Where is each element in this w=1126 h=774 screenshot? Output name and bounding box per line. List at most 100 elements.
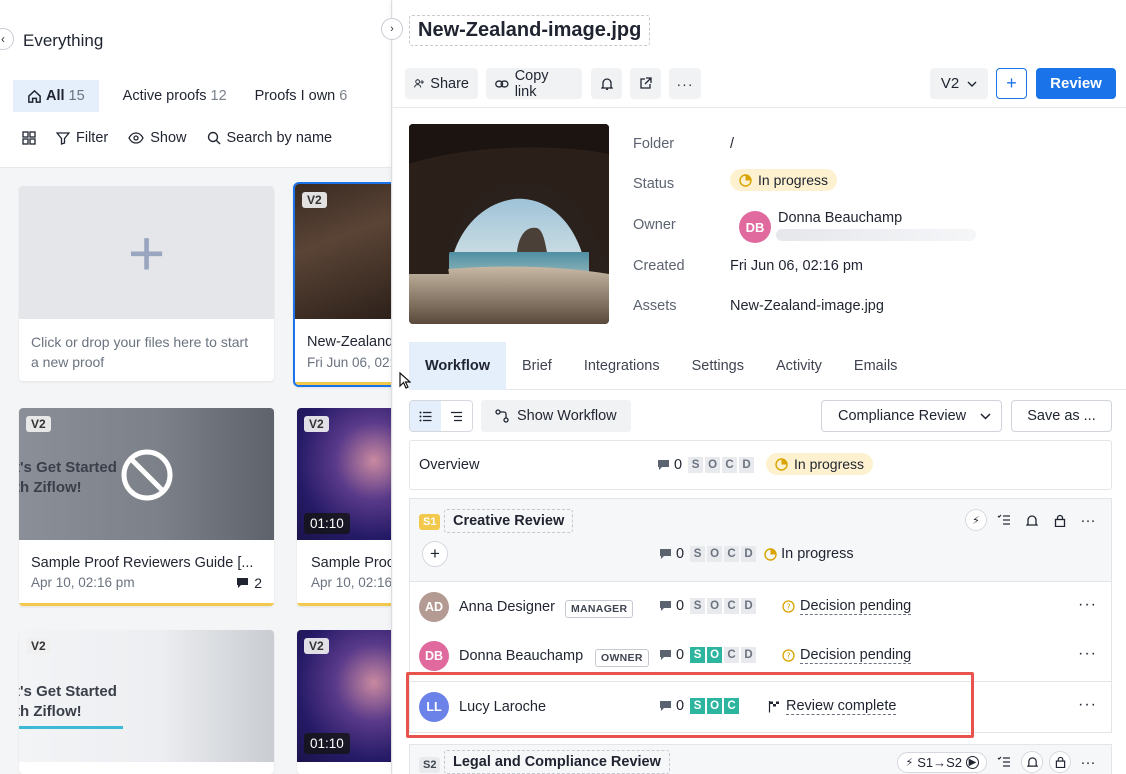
reviewer-row[interactable]: DB Donna Beauchamp OWNER 0 SOCD ? Decisi…: [409, 631, 1112, 682]
decision-tally: SOCD: [690, 598, 757, 614]
thumbnail-underline: [19, 726, 123, 729]
created-value: Fri Jun 06, 02:16 pm: [730, 258, 863, 274]
more-actions-button[interactable]: ···: [669, 68, 701, 99]
svg-text:?: ?: [786, 652, 790, 661]
page-title: Everything: [23, 31, 104, 50]
card-date: Apr 10, 02:16 pm: [311, 575, 392, 590]
reviewer-more-button[interactable]: ···: [1078, 645, 1097, 663]
add-reviewer-button[interactable]: +: [422, 541, 448, 567]
tab-all-count: 15: [68, 88, 85, 104]
reviewer-status[interactable]: ? Decision pending: [782, 647, 912, 664]
reviewer-more-button[interactable]: ···: [1078, 696, 1097, 714]
stage-more-button[interactable]: ···: [1077, 512, 1099, 529]
upload-card[interactable]: + Click or drop your files here to start…: [19, 186, 274, 381]
tab-activity[interactable]: Activity: [760, 342, 838, 390]
checklist-button[interactable]: [993, 514, 1015, 526]
stage-lock-button[interactable]: [1049, 514, 1071, 527]
plus-icon: +: [1006, 73, 1017, 93]
decision-tally: SOC: [690, 698, 740, 714]
tab-integrations[interactable]: Integrations: [568, 342, 676, 390]
notifications-button[interactable]: [591, 68, 622, 99]
stage-actions: ⚡ ···: [965, 509, 1099, 531]
tab-proofs-i-own-label: Proofs I own: [254, 88, 336, 104]
filter-button[interactable]: Filter: [56, 130, 108, 146]
tab-settings[interactable]: Settings: [676, 342, 760, 390]
upload-dropzone[interactable]: +: [19, 186, 274, 319]
reviewer-row[interactable]: AD Anna Designer MANAGER 0 SOCD ? Decisi…: [409, 581, 1112, 632]
workflow-template-select[interactable]: Compliance Review: [821, 400, 1002, 432]
chevron-down-icon: [967, 81, 977, 87]
proof-card[interactable]: V2 01:10 Sample Proof Apr 10, 02:16 pm: [297, 408, 392, 606]
proof-name[interactable]: New-Zealand-image.jpg: [409, 15, 651, 46]
tab-workflow[interactable]: Workflow: [409, 342, 506, 390]
back-button[interactable]: ‹: [0, 28, 14, 50]
stage-notify-button[interactable]: [1021, 751, 1043, 773]
tab-proofs-i-own[interactable]: Proofs I own 6: [241, 80, 362, 112]
show-button[interactable]: Show: [128, 130, 187, 146]
grid-view-toggle[interactable]: [22, 131, 36, 145]
reviewer-more-button[interactable]: ···: [1078, 596, 1097, 614]
save-as-button[interactable]: Save as ...: [1011, 400, 1112, 432]
tab-brief[interactable]: Brief: [506, 342, 568, 390]
proof-list-header: ‹ Everything All 15 Active proofs 12 Pro…: [0, 0, 391, 168]
list-view-button[interactable]: [410, 401, 441, 431]
svg-text:?: ?: [786, 603, 790, 612]
tab-active-proofs[interactable]: Active proofs 12: [109, 80, 241, 112]
proof-card-selected[interactable]: V2 New-Zealand-image.jpg Fri Jun 06, 02:…: [293, 182, 391, 387]
question-circle-icon: ?: [782, 600, 795, 613]
proof-card[interactable]: V2 01:10: [297, 630, 391, 774]
stage-lock-button[interactable]: [1049, 751, 1071, 773]
eye-icon: [128, 132, 144, 144]
new-version-button[interactable]: +: [996, 68, 1027, 99]
proof-card[interactable]: t's Get Started th Ziflow! V2 Sample Pro…: [19, 408, 274, 606]
automation-button[interactable]: ⚡: [965, 509, 987, 531]
search-input[interactable]: Search by name: [207, 130, 332, 146]
plus-icon: +: [430, 544, 440, 563]
stage-name[interactable]: Legal and Compliance Review: [444, 750, 670, 774]
stage-trigger[interactable]: ⚡ S1→S2 ▶: [897, 751, 987, 773]
filter-icon: [56, 132, 70, 145]
folder-value[interactable]: /: [730, 136, 734, 152]
stage-name[interactable]: Creative Review: [444, 509, 574, 533]
review-button[interactable]: Review: [1036, 68, 1116, 99]
comment-icon: [237, 578, 249, 588]
version-select[interactable]: V2: [930, 68, 988, 99]
list-tools: Filter Show Search by name: [22, 130, 332, 146]
folder-label: Folder: [633, 136, 675, 152]
stage-more-button[interactable]: ···: [1077, 754, 1099, 771]
reviewer-status[interactable]: Review complete: [768, 698, 897, 715]
workflow-toolbar: Show Workflow Compliance Review Save as …: [409, 400, 1112, 432]
assets-label: Assets: [633, 298, 677, 314]
lightning-icon: ⚡: [972, 514, 980, 527]
copy-link-button[interactable]: Copy link: [486, 68, 582, 100]
show-label: Show: [150, 130, 187, 146]
proof-card[interactable]: t's Get Started th Ziflow! V2: [19, 630, 274, 774]
stage-notify-button[interactable]: [1021, 514, 1043, 527]
proof-detail-panel: New-Zealand-image.jpg Share Copy link ··…: [393, 0, 1126, 774]
workflow-view-toggle: [409, 400, 473, 432]
chevron-right-icon: ›: [390, 23, 394, 35]
stage-tag: S2: [419, 757, 441, 773]
assets-value[interactable]: New-Zealand-image.jpg: [730, 298, 884, 314]
export-icon: [640, 77, 652, 89]
share-button[interactable]: Share: [405, 68, 478, 99]
progress-icon: [764, 547, 777, 561]
proof-tabs: All 15 Active proofs 12 Proofs I own 6: [13, 80, 361, 112]
comment-count: 2: [236, 575, 262, 591]
add-user-icon: [414, 79, 424, 88]
show-workflow-button[interactable]: Show Workflow: [481, 400, 631, 432]
compact-view-button[interactable]: [441, 401, 472, 431]
video-duration: 01:10: [304, 733, 350, 754]
card-date: Fri Jun 06, 02:16 pm: [307, 355, 391, 370]
reviewer-row[interactable]: LL Lucy Laroche 0 SOC Review complete ··…: [409, 682, 1112, 733]
checklist-button[interactable]: [993, 756, 1015, 768]
reviewer-status[interactable]: ? Decision pending: [782, 598, 912, 615]
version-badge: V2: [304, 416, 329, 432]
collapse-panel-button[interactable]: ›: [381, 18, 403, 40]
workflow-overview: Overview 0 SOCD In progress: [409, 440, 1112, 490]
proof-preview-image[interactable]: [409, 124, 609, 324]
tab-emails[interactable]: Emails: [838, 342, 914, 390]
role-badge: MANAGER: [565, 600, 634, 618]
export-button[interactable]: [630, 68, 661, 99]
tab-all[interactable]: All 15: [13, 80, 99, 112]
